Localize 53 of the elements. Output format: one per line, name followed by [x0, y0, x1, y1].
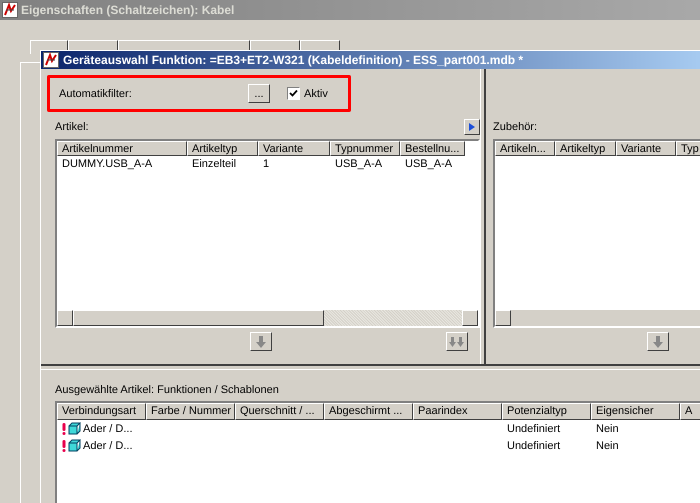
- column-header[interactable]: Querschnitt / ...: [235, 403, 324, 420]
- column-header[interactable]: Typ: [676, 141, 700, 156]
- filter-label: Automatikfilter:: [59, 88, 133, 100]
- dialog-title: Geräteauswahl Funktion: =EB3+ET2-W321 (Kabeldefinition) - ESS_part001.mdb *: [63, 53, 524, 67]
- column-header[interactable]: Bestellnu...: [400, 141, 465, 156]
- app-icon: [2, 2, 18, 18]
- column-header[interactable]: Potenzialtyp: [502, 403, 591, 420]
- table-cell: Ader / D...: [83, 422, 133, 434]
- table-row[interactable]: Ader / D... Undefiniert Nein: [57, 420, 700, 437]
- column-header[interactable]: Eigensicher: [591, 403, 680, 420]
- table-cell-text: 1: [262, 158, 270, 170]
- accessories-label: Zubehör:: [493, 121, 538, 133]
- table-cell-text: Einzelteil: [191, 158, 238, 170]
- column-header[interactable]: Artikeltyp: [187, 141, 258, 156]
- articles-label: Artikel:: [55, 121, 89, 133]
- column-header[interactable]: Typnummer: [330, 141, 400, 156]
- table-cell: Ader / D...: [83, 440, 133, 452]
- table-cell-text: USB_A-A: [334, 158, 384, 170]
- column-header[interactable]: Artikeln...: [495, 141, 555, 156]
- column-header[interactable]: Artikelnummer: [57, 141, 187, 156]
- window-title: Eigenschaften (Schaltzeichen): Kabel: [21, 3, 234, 17]
- add-all-button[interactable]: [446, 332, 468, 351]
- expand-button[interactable]: [464, 119, 480, 135]
- column-header[interactable]: Abgeschirmt ...: [324, 403, 413, 420]
- table-row[interactable]: DUMMY.USB_A-A Einzelteil 1 USB_A-A USB_A-A: [57, 156, 478, 171]
- horizontal-scrollbar[interactable]: [495, 310, 700, 326]
- selected-articles-label: Ausgewählte Artikel: Funktionen / Schablonen: [55, 384, 280, 396]
- table-cell-text: USB_A-A: [404, 158, 454, 170]
- table-cell-text: Undefiniert: [506, 440, 562, 452]
- checkbox-label: Aktiv: [304, 88, 328, 100]
- table-cell-text: DUMMY.USB_A-A: [61, 158, 154, 170]
- double-down-arrow-icon: [449, 334, 465, 348]
- table-row[interactable]: Ader / D... Undefiniert Nein: [57, 437, 700, 454]
- horizontal-scrollbar[interactable]: [57, 310, 478, 326]
- column-header[interactable]: Artikeltyp: [555, 141, 616, 156]
- down-arrow-icon: [650, 334, 666, 348]
- table-cell-text: Nein: [595, 422, 620, 434]
- triangle-icon: [468, 122, 476, 132]
- table-cell-text: Nein: [595, 440, 620, 452]
- active-checkbox[interactable]: [287, 87, 300, 100]
- column-header[interactable]: Verbindungsart: [57, 403, 146, 420]
- column-header[interactable]: Farbe / Nummer: [146, 403, 235, 420]
- cube-icon: [68, 439, 81, 452]
- column-header[interactable]: Variante: [616, 141, 676, 156]
- table-cell-text: Undefiniert: [506, 422, 562, 434]
- browse-button[interactable]: ...: [248, 84, 270, 103]
- add-down-button[interactable]: [250, 332, 272, 351]
- cube-icon: [68, 422, 81, 435]
- add-down-button[interactable]: [647, 332, 669, 351]
- column-header[interactable]: Paarindex: [413, 403, 502, 420]
- column-header[interactable]: Variante: [258, 141, 330, 156]
- down-arrow-icon: [253, 334, 269, 348]
- column-header[interactable]: A: [680, 403, 700, 420]
